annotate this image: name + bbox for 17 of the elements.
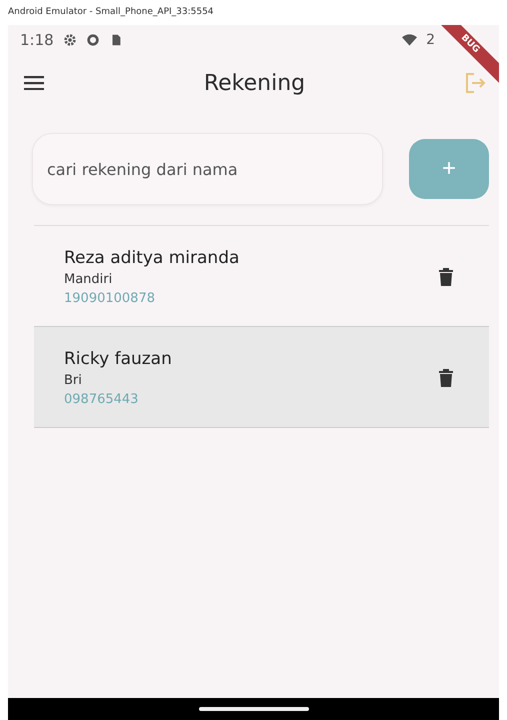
trash-icon[interactable] [439,369,453,387]
account-name: Reza aditya miranda [64,248,240,268]
gear-icon [62,33,77,47]
window-title: Android Emulator - Small_Phone_API_33:5554 [7,6,215,19]
account-name: Ricky fauzan [64,349,173,369]
search-field[interactable]: cari rekening dari nama [32,133,383,205]
account-number: 19090100878 [64,291,156,306]
signal-text: 2 [426,32,435,48]
bank-name: Bri [64,373,83,388]
trash-icon[interactable] [439,268,453,286]
account-number: 098765443 [64,392,140,407]
app-title: Rekening [202,70,306,96]
bank-name: Mandiri [64,272,114,287]
menu-icon[interactable] [24,76,44,90]
wifi-icon [402,34,418,46]
status-time: 1:18 [20,31,54,49]
account-item[interactable]: Ricky fauzan Bri 098765443 [34,327,489,428]
